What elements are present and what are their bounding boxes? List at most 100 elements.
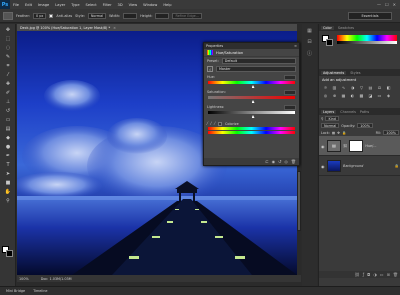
exposure-icon[interactable]: ◑	[349, 84, 356, 91]
hue-saturation-adj-icon[interactable]: ▤	[367, 84, 374, 91]
tab-adjustments[interactable]: Adjustments	[321, 70, 347, 75]
background-color-swatch[interactable]	[326, 39, 333, 46]
menu-image[interactable]: Image	[35, 3, 52, 7]
curves-icon[interactable]: ∿	[340, 84, 347, 91]
hue-slider[interactable]	[208, 81, 295, 84]
tab-color[interactable]: Color	[321, 25, 334, 30]
layer-mask-thumbnail[interactable]	[349, 139, 364, 152]
hue-value-input[interactable]	[284, 75, 296, 80]
dodge-tool-icon[interactable]: ●	[3, 143, 13, 150]
layer-row[interactable]: ◉ ▤ ⛓ Hue/...	[319, 136, 400, 156]
eyedropper-minus-icon[interactable]: ⁄	[214, 121, 215, 126]
levels-icon[interactable]: ▥	[331, 84, 338, 91]
layer-kind-select[interactable]: Kind	[325, 116, 339, 121]
close-icon[interactable]: ✕	[393, 2, 396, 7]
threshold-icon[interactable]: ◪	[367, 92, 374, 99]
history-panel-icon[interactable]: ▦	[305, 27, 314, 35]
crop-tool-icon[interactable]: ⌗	[3, 62, 13, 69]
height-input[interactable]	[155, 12, 170, 19]
layer-name[interactable]: Hue/...	[365, 144, 376, 148]
fill-input[interactable]: 100%	[383, 130, 399, 135]
quick-select-tool-icon[interactable]: ✎	[3, 53, 13, 60]
mini-bridge-tab[interactable]: Mini Bridge	[6, 289, 25, 293]
menu-select[interactable]: Select	[83, 3, 100, 7]
history-brush-icon[interactable]: ↺	[3, 107, 13, 114]
scrollbar-thumb[interactable]	[297, 171, 301, 231]
menu-edit[interactable]: Edit	[22, 3, 35, 7]
maximize-icon[interactable]: ☐	[385, 2, 389, 7]
move-tool-icon[interactable]: ✥	[3, 26, 13, 33]
opacity-input[interactable]: 100%	[357, 123, 373, 128]
eyedropper-icon[interactable]: ⁄	[207, 121, 208, 126]
info-panel-icon[interactable]: ⓘ	[305, 49, 314, 57]
lock-pixels-icon[interactable]: ▦	[332, 131, 335, 135]
pen-tool-icon[interactable]: ✒	[3, 152, 13, 159]
clip-layer-icon[interactable]: ⊏	[265, 159, 268, 164]
menu-window[interactable]: Window	[140, 3, 160, 7]
background-color-swatch[interactable]	[6, 250, 13, 257]
trash-icon[interactable]: 🗑	[393, 272, 398, 277]
healing-tool-icon[interactable]: ✚	[3, 80, 13, 87]
type-tool-icon[interactable]: T	[3, 161, 13, 168]
lightness-slider[interactable]	[208, 111, 295, 114]
width-input[interactable]	[123, 12, 138, 19]
invert-icon[interactable]: ◐	[349, 92, 356, 99]
blur-tool-icon[interactable]: ◆	[3, 134, 13, 141]
grayscale-ramp[interactable]	[337, 41, 397, 44]
tab-channels[interactable]: Channels	[340, 110, 356, 114]
minimize-icon[interactable]: —	[377, 2, 381, 7]
lock-all-icon[interactable]: 🔒	[342, 131, 346, 135]
style-select[interactable]: Normal	[87, 12, 107, 19]
lightness-slider-knob[interactable]	[251, 115, 255, 118]
color-balance-icon[interactable]: ⚖	[376, 84, 383, 91]
tab-styles[interactable]: Styles	[350, 71, 360, 75]
stamp-tool-icon[interactable]: ⊥	[3, 98, 13, 105]
gradient-map-icon[interactable]: ▭	[376, 92, 383, 99]
saturation-slider[interactable]	[208, 96, 295, 99]
chain-icon[interactable]: ⛓	[343, 144, 347, 148]
marquee-tool-icon[interactable]: ⬚	[3, 35, 13, 42]
tool-preset-picker[interactable]	[3, 11, 13, 20]
selective-color-icon[interactable]: ◈	[385, 92, 392, 99]
channel-select[interactable]: Master	[216, 66, 296, 72]
zoom-level[interactable]: 100%	[19, 277, 29, 281]
menu-view[interactable]: View	[126, 3, 141, 7]
properties-panel-icon[interactable]: ⊟	[305, 38, 314, 46]
hand-tool-icon[interactable]: ✋	[3, 188, 13, 195]
eyedropper-tool-icon[interactable]: ⁄	[3, 71, 13, 78]
eye-icon[interactable]: ◉	[321, 144, 325, 149]
posterize-icon[interactable]: ▩	[358, 92, 365, 99]
lasso-tool-icon[interactable]: ◌	[3, 44, 13, 51]
brightness-icon[interactable]: ☼	[322, 84, 329, 91]
tab-paths[interactable]: Paths	[360, 110, 369, 114]
lock-position-icon[interactable]: ✥	[337, 131, 340, 135]
panel-menu-icon[interactable]: ≡	[294, 44, 297, 48]
blend-mode-select[interactable]: Normal	[321, 123, 340, 128]
background-thumbnail[interactable]	[327, 159, 341, 172]
photo-filter-icon[interactable]: ◎	[322, 92, 329, 99]
reset-icon[interactable]: ↺	[278, 159, 281, 164]
colorize-checkbox[interactable]	[218, 121, 223, 126]
link-layers-icon[interactable]: ⛓	[355, 272, 360, 277]
eye-icon[interactable]: ◉	[321, 164, 325, 169]
menu-file[interactable]: File	[10, 3, 22, 7]
color-lookup-icon[interactable]: ▦	[340, 92, 347, 99]
add-mask-icon[interactable]: ◘	[367, 272, 370, 277]
close-icon[interactable]: ×	[113, 26, 116, 30]
trash-icon[interactable]: 🗑	[291, 159, 296, 164]
saturation-value-input[interactable]	[284, 90, 296, 95]
hue-slider-knob[interactable]	[251, 85, 255, 88]
channel-mixer-icon[interactable]: ⊕	[331, 92, 338, 99]
view-previous-icon[interactable]: ◉	[272, 159, 276, 164]
refine-edge-button[interactable]: Refine Edge...	[172, 12, 202, 19]
menu-filter[interactable]: Filter	[100, 3, 115, 7]
antialias-checkbox[interactable]	[49, 13, 54, 18]
timeline-tab[interactable]: Timeline	[33, 289, 47, 293]
saturation-slider-knob[interactable]	[251, 100, 255, 103]
gradient-tool-icon[interactable]: ▤	[3, 125, 13, 132]
brush-tool-icon[interactable]: ✐	[3, 89, 13, 96]
menu-layer[interactable]: Layer	[52, 3, 68, 7]
menu-3d[interactable]: 3D	[115, 3, 126, 7]
zoom-tool-icon[interactable]: ⚲	[3, 197, 13, 204]
menu-help[interactable]: Help	[160, 3, 174, 7]
